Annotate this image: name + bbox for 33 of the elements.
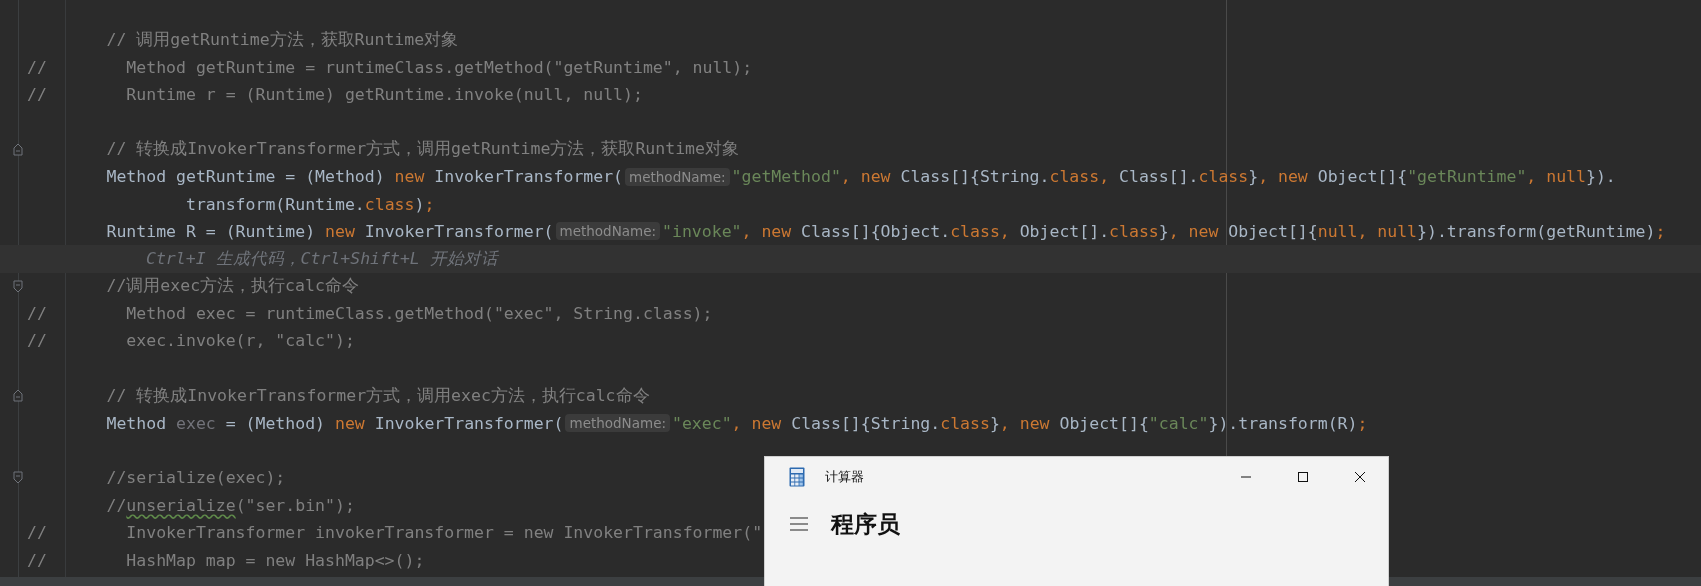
code-text: // Method getRuntime = runtimeClass.getMethod("getRuntime", null); xyxy=(27,57,753,77)
code-text: //unserialize("ser.bin"); xyxy=(105,495,355,515)
calculator-icon xyxy=(789,467,805,487)
code-text: "getMethod", new Class[]{String.class, Class[].class}, new Object[]{"getRuntime", null}). xyxy=(731,167,1616,187)
close-icon xyxy=(1353,471,1366,483)
fold-marker-icon[interactable] xyxy=(13,389,23,403)
code-text: // exec.invoke(r, "calc"); xyxy=(27,331,355,351)
assistant-hint: Ctrl+I 生成代码，Ctrl+Shift+L 开始对话 xyxy=(145,247,498,270)
code-text: // Runtime r = (Runtime) getRuntime.invoke(null, null); xyxy=(27,84,643,104)
code-text: Runtime R = (Runtime) new InvokerTransformer( xyxy=(105,221,554,241)
parameter-hint: methodName: xyxy=(625,167,730,186)
code-text: // 调用getRuntime方法，获取Runtime对象 xyxy=(105,28,459,51)
fold-marker-icon[interactable] xyxy=(13,471,23,485)
code-text: // HashMap map = new HashMap<>(); xyxy=(27,550,425,570)
code-text: // 转换成InvokerTransformer方式，调用exec方法，执行calc命令 xyxy=(105,384,650,407)
mode-title: 程序员 xyxy=(831,509,900,539)
code-text: //serialize(exec); xyxy=(105,468,286,488)
fold-marker-icon[interactable] xyxy=(13,142,23,156)
code-text: "exec", new Class[]{String.class}, new Object[]{"calc"}).transform(R); xyxy=(672,413,1368,433)
code-text: //调用exec方法，执行calc命令 xyxy=(105,275,359,298)
code-text: Method getRuntime = (Method) new InvokerTransformer( xyxy=(105,167,624,187)
parameter-hint: methodName: xyxy=(555,222,661,241)
code-text: "invoke", new Class[]{Object.class, Object[].class}, new Object[]{null, null}).transform(getRuntime); xyxy=(662,221,1666,241)
code-text: Method exec = (Method) new InvokerTransformer( xyxy=(105,413,564,433)
window-title: 计算器 xyxy=(825,468,864,486)
menu-icon xyxy=(790,517,808,531)
code-text: // Method exec = runtimeClass.getMethod("exec", String.class); xyxy=(27,304,713,324)
code-text: transform(Runtime.class); xyxy=(184,194,435,214)
code-text: // InvokerTransformer invokerTransformer = new InvokerTransformer(" xyxy=(27,523,763,543)
parameter-hint: methodName: xyxy=(565,414,670,433)
maximize-icon xyxy=(1296,471,1309,483)
fold-marker-icon[interactable] xyxy=(13,279,23,293)
code-text: // 转换成InvokerTransformer方式，调用getRuntime方法，获取Runtime对象 xyxy=(105,138,739,161)
